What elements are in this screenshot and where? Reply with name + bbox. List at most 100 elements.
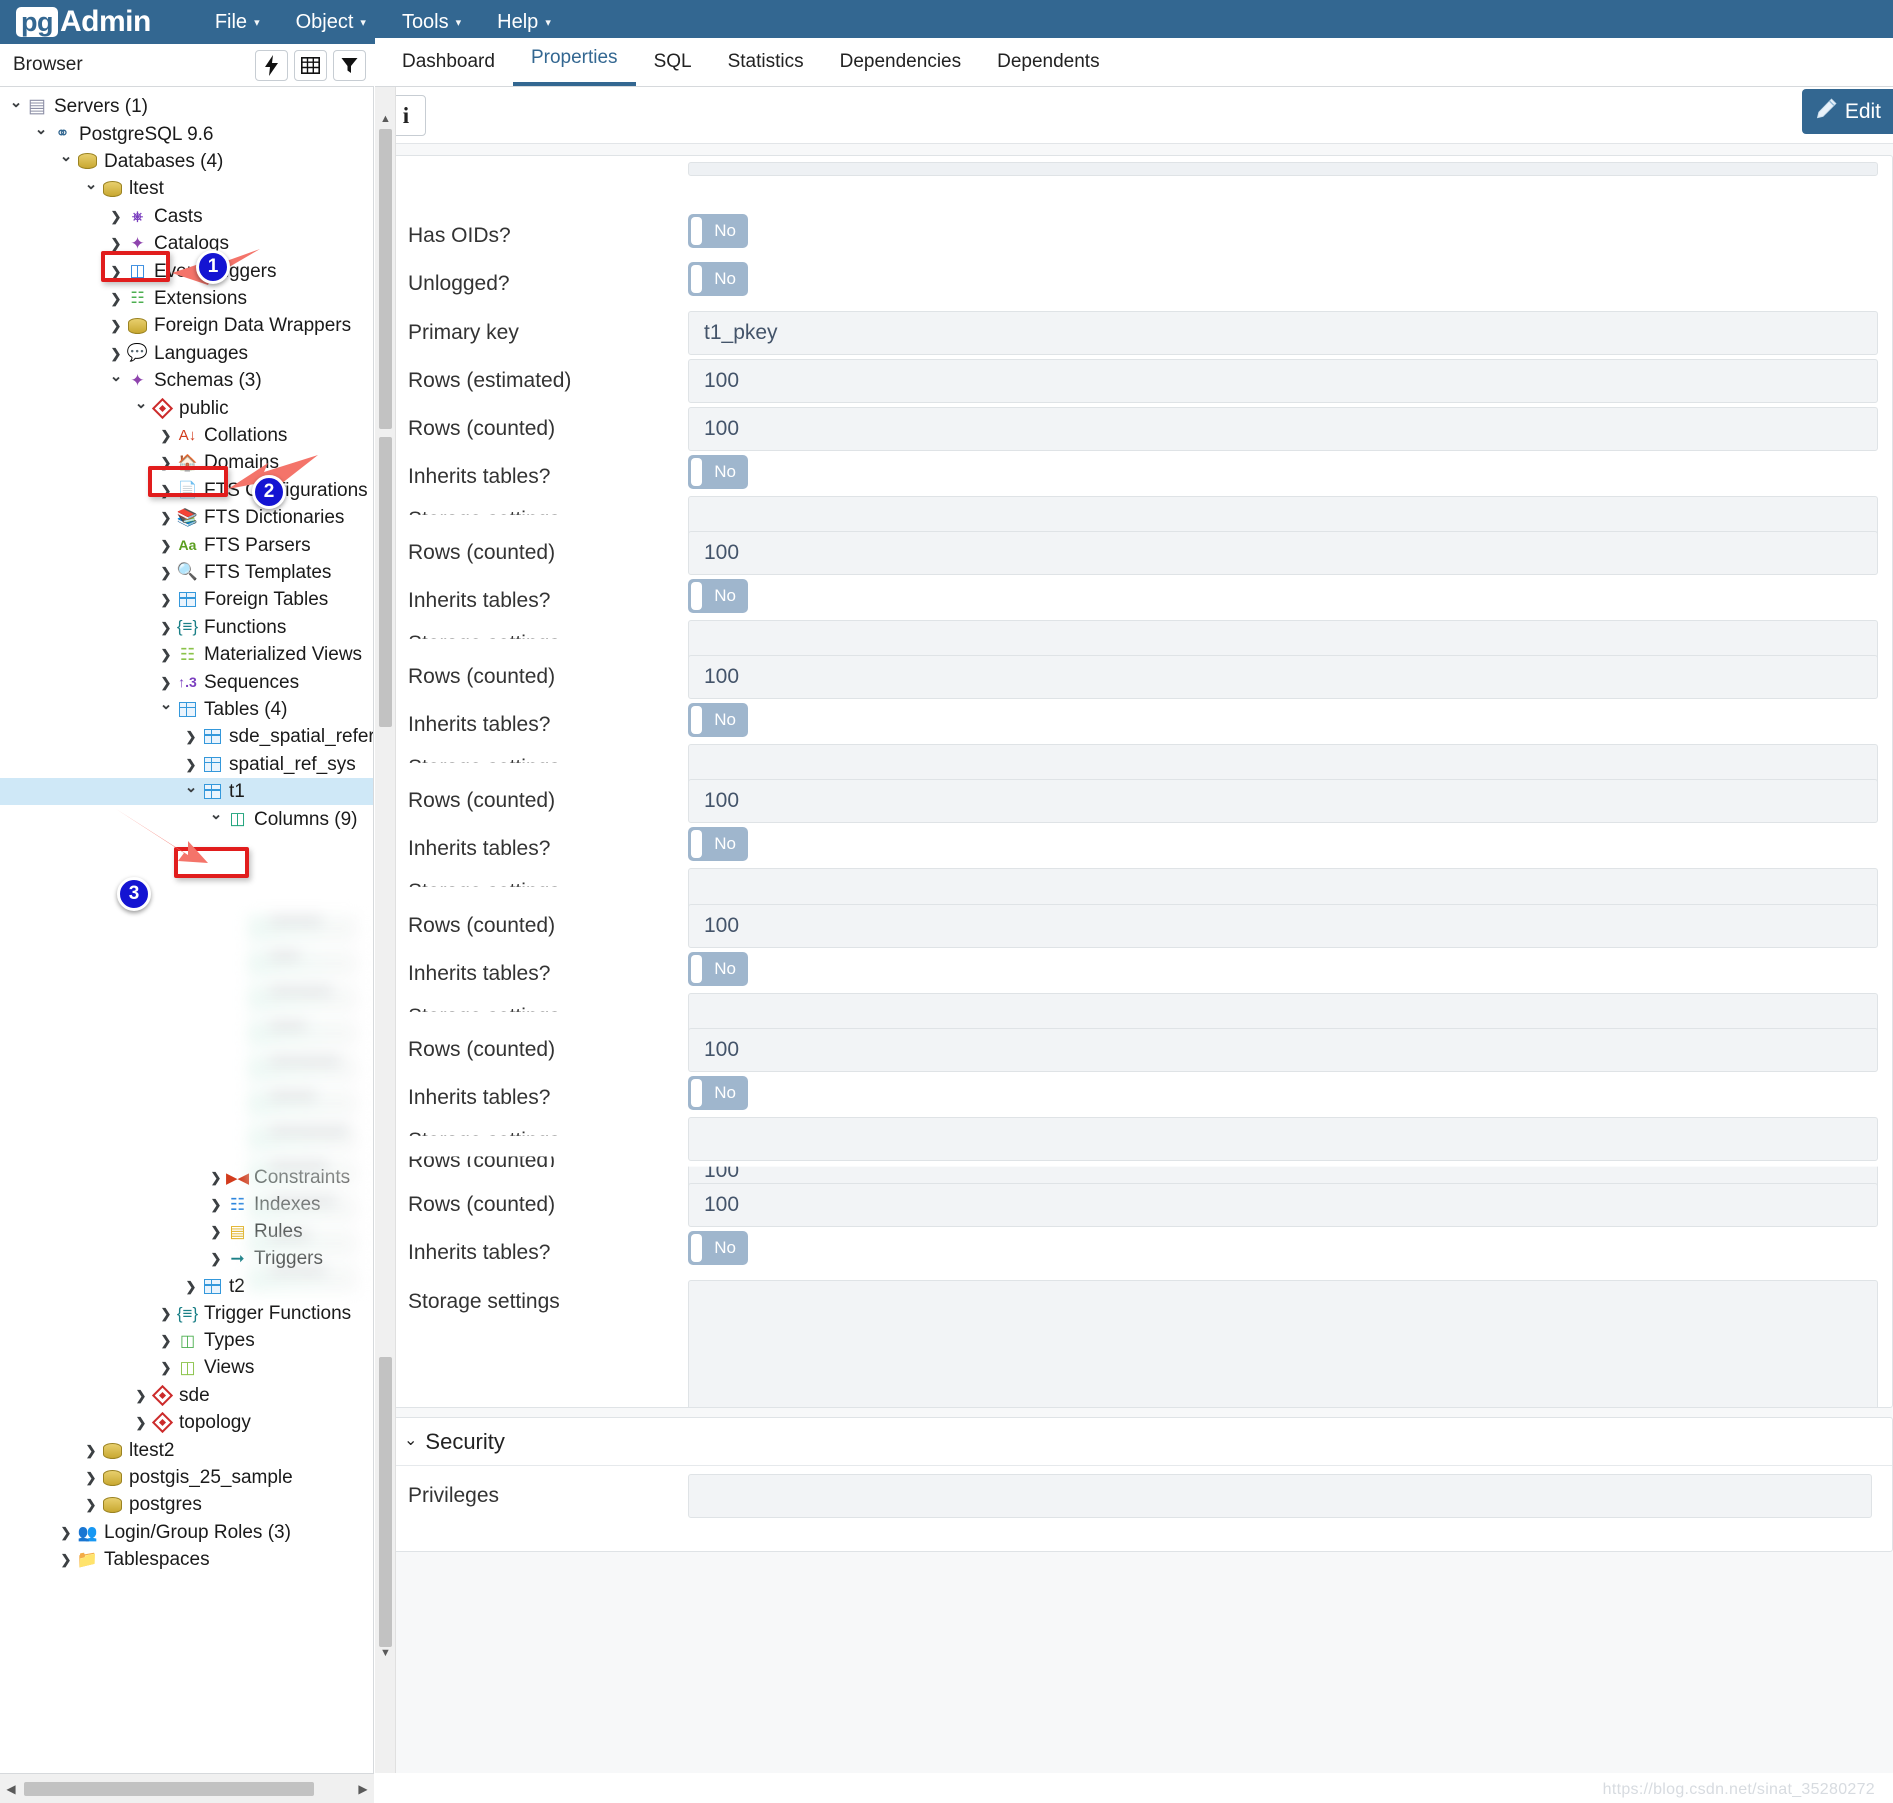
chevron-right-icon[interactable] bbox=[156, 1305, 176, 1322]
tree-node-schemas-3[interactable]: ✦Schemas (3) bbox=[0, 367, 262, 394]
tab-dashboard[interactable]: Dashboard bbox=[384, 43, 513, 86]
tree-node-catalogs[interactable]: ✦Catalogs bbox=[0, 230, 229, 257]
tree-node-postgres[interactable]: postgres bbox=[0, 1491, 202, 1518]
tree-horizontal-scrollbar[interactable]: ◀ ▶ bbox=[0, 1773, 374, 1803]
chevron-right-icon[interactable] bbox=[56, 1551, 76, 1568]
tree-node-types[interactable]: ◫Types bbox=[0, 1327, 255, 1354]
scroll-right-icon[interactable]: ▶ bbox=[352, 1774, 374, 1803]
tree-node-materialized-views[interactable]: ☷Materialized Views bbox=[0, 641, 362, 668]
property-value-primary-key[interactable]: t1_pkey bbox=[688, 311, 1878, 355]
menu-file[interactable]: File▾ bbox=[197, 7, 278, 38]
property-value-rows-counted[interactable]: 100 bbox=[688, 655, 1878, 699]
tree-node-languages[interactable]: 💬Languages bbox=[0, 340, 248, 367]
tree-node-fts-parsers[interactable]: AaFTS Parsers bbox=[0, 531, 311, 558]
chevron-right-icon[interactable] bbox=[106, 235, 126, 252]
chevron-right-icon[interactable] bbox=[131, 1414, 151, 1431]
chevron-right-icon[interactable] bbox=[106, 290, 126, 307]
toggle-has-oids[interactable]: No bbox=[688, 214, 748, 248]
menu-object[interactable]: Object▾ bbox=[278, 7, 384, 38]
security-header[interactable]: ⌄ Security bbox=[388, 1418, 1892, 1466]
property-value-rows-counted[interactable]: 100 bbox=[688, 779, 1878, 823]
chevron-right-icon[interactable] bbox=[156, 646, 176, 663]
tree-node-postgis-25-sample[interactable]: postgis_25_sample bbox=[0, 1464, 293, 1491]
tree-node-foreign-data-wrappers[interactable]: Foreign Data Wrappers bbox=[0, 312, 351, 339]
chevron-right-icon[interactable] bbox=[156, 537, 176, 554]
menu-tools[interactable]: Tools▾ bbox=[384, 7, 479, 38]
tree-node-databases-4[interactable]: Databases (4) bbox=[0, 148, 223, 175]
chevron-down-icon[interactable] bbox=[6, 98, 26, 116]
chevron-right-icon[interactable] bbox=[206, 1250, 226, 1267]
tree-node-t1[interactable]: t1 bbox=[0, 778, 374, 805]
panel-scroll-down-icon[interactable]: ▼ bbox=[375, 1643, 396, 1663]
tree-node-casts[interactable]: ⎈Casts bbox=[0, 203, 203, 230]
toggle-unlogged[interactable]: No bbox=[688, 262, 748, 296]
property-value-rows-estimated[interactable]: 100 bbox=[688, 359, 1878, 403]
chevron-right-icon[interactable] bbox=[181, 1278, 201, 1295]
edit-button[interactable]: Edit bbox=[1802, 89, 1893, 134]
toggle-inherits-tables[interactable]: No bbox=[688, 455, 748, 489]
chevron-right-icon[interactable] bbox=[106, 263, 126, 280]
tree-node-trigger-functions[interactable]: {≡}Trigger Functions bbox=[0, 1300, 351, 1327]
tree-node-t2[interactable]: t2 bbox=[0, 1273, 245, 1300]
tree-node-sde-spatial-refere[interactable]: sde_spatial_refere bbox=[0, 723, 374, 750]
property-value-rows-counted[interactable]: 100 bbox=[688, 904, 1878, 948]
browser-tree-panel[interactable]: Servers (1)⚭PostgreSQL 9.6Databases (4)l… bbox=[0, 87, 374, 1773]
chevron-right-icon[interactable] bbox=[156, 1332, 176, 1349]
chevron-down-icon[interactable] bbox=[31, 125, 51, 143]
tab-dependencies[interactable]: Dependencies bbox=[822, 43, 979, 86]
tree-node-tables-4[interactable]: Tables (4) bbox=[0, 696, 287, 723]
filter-icon[interactable] bbox=[333, 50, 366, 81]
menu-help[interactable]: Help▾ bbox=[479, 7, 569, 38]
chevron-down-icon[interactable] bbox=[81, 180, 101, 198]
scroll-left-icon[interactable]: ◀ bbox=[0, 1774, 22, 1803]
chevron-right-icon[interactable] bbox=[206, 1169, 226, 1186]
tree-node-postgresql-9-6[interactable]: ⚭PostgreSQL 9.6 bbox=[0, 120, 213, 147]
scrollbar-thumb-h[interactable] bbox=[24, 1782, 314, 1796]
chevron-right-icon[interactable] bbox=[81, 1442, 101, 1459]
tree-node-views[interactable]: ◫Views bbox=[0, 1354, 254, 1381]
chevron-down-icon[interactable] bbox=[131, 399, 151, 417]
property-value-rows-counted[interactable]: 100 bbox=[688, 407, 1878, 451]
tree-node-fts-configurations[interactable]: 📄FTS Configurations bbox=[0, 477, 368, 504]
panel-scrollbar-thumb-2[interactable] bbox=[379, 437, 392, 727]
chevron-right-icon[interactable] bbox=[81, 1469, 101, 1486]
tree-node-sequences[interactable]: ↑.3Sequences bbox=[0, 668, 299, 695]
tree-node-topology[interactable]: topology bbox=[0, 1409, 251, 1436]
chevron-right-icon[interactable] bbox=[156, 591, 176, 608]
chevron-right-icon[interactable] bbox=[106, 208, 126, 225]
chevron-down-icon[interactable] bbox=[206, 810, 226, 828]
chevron-right-icon[interactable] bbox=[206, 1196, 226, 1213]
storage-settings-field[interactable] bbox=[688, 1280, 1878, 1408]
privileges-field[interactable] bbox=[688, 1474, 1872, 1518]
chevron-right-icon[interactable] bbox=[181, 756, 201, 773]
chevron-right-icon[interactable] bbox=[156, 1359, 176, 1376]
tree-node-ltest[interactable]: ltest bbox=[0, 175, 164, 202]
property-value-rows-counted[interactable]: 100 bbox=[688, 1028, 1878, 1072]
chevron-right-icon[interactable] bbox=[156, 564, 176, 581]
properties-vertical-scrollbar[interactable]: ▲ ▼ bbox=[375, 87, 396, 1773]
tab-dependents[interactable]: Dependents bbox=[979, 43, 1117, 86]
chevron-right-icon[interactable] bbox=[81, 1496, 101, 1513]
chevron-down-icon[interactable] bbox=[56, 152, 76, 170]
chevron-down-icon[interactable] bbox=[156, 700, 176, 718]
chevron-right-icon[interactable] bbox=[156, 427, 176, 444]
panel-scrollbar-thumb-1[interactable] bbox=[379, 129, 392, 429]
query-tool-icon[interactable] bbox=[255, 50, 288, 81]
tree-node-tablespaces[interactable]: 📁Tablespaces bbox=[0, 1546, 210, 1573]
tree-node-functions[interactable]: {≡}Functions bbox=[0, 614, 286, 641]
tree-node-foreign-tables[interactable]: Foreign Tables bbox=[0, 586, 328, 613]
tree-node-domains[interactable]: 🏠Domains bbox=[0, 449, 279, 476]
chevron-right-icon[interactable] bbox=[156, 454, 176, 471]
tree-node-login-group-roles-3[interactable]: 👥Login/Group Roles (3) bbox=[0, 1519, 291, 1546]
panel-scrollbar-thumb-3[interactable] bbox=[379, 1357, 392, 1647]
tree-node-columns-9[interactable]: ◫Columns (9) bbox=[0, 805, 357, 832]
chevron-right-icon[interactable] bbox=[206, 1223, 226, 1240]
tree-node-event-triggers[interactable]: ◫Event Triggers bbox=[0, 257, 277, 284]
tree-node-ltest2[interactable]: ltest2 bbox=[0, 1437, 174, 1464]
properties-horizontal-scrollbar[interactable]: https://blog.csdn.net/sinat_35280272 bbox=[375, 1773, 1893, 1803]
chevron-down-icon[interactable] bbox=[181, 783, 201, 801]
tree-node-collations[interactable]: A↓Collations bbox=[0, 422, 287, 449]
toggle-inherits-tables[interactable]: No bbox=[688, 827, 748, 861]
tree-node-public[interactable]: public bbox=[0, 394, 229, 421]
chevron-right-icon[interactable] bbox=[156, 509, 176, 526]
